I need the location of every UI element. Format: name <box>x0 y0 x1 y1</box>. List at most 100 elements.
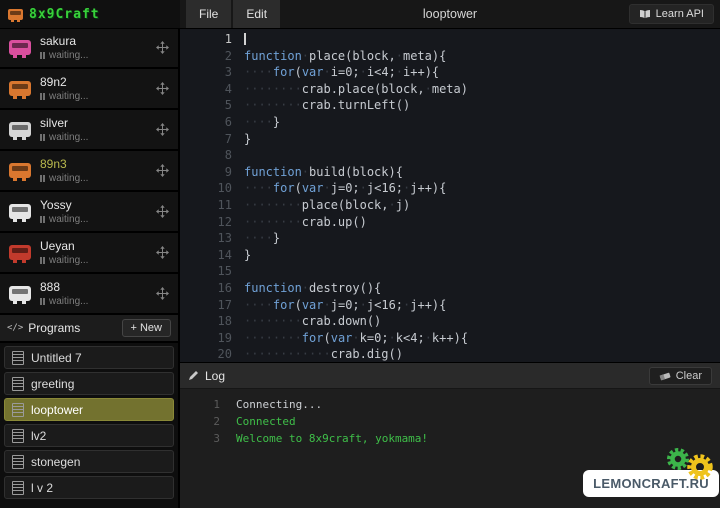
robot-avatar-icon <box>9 245 31 260</box>
move-crosshair-icon[interactable] <box>156 246 169 259</box>
player-row-sakura[interactable]: sakura waiting... <box>0 28 178 69</box>
code-text: ········for(var·k=0;·k<4;·k++){ <box>244 330 468 347</box>
editor-line[interactable]: 17····for(var·j=0;·j<16;·j++){ <box>180 297 720 314</box>
editor-line[interactable]: 12········crab.up() <box>180 214 720 231</box>
program-list: Untitled 7 greeting looptower lv2 stonegen l … <box>0 343 178 502</box>
player-row-888[interactable]: 888waiting... <box>0 274 178 315</box>
player-row-89n2[interactable]: 89n2waiting... <box>0 69 178 110</box>
player-status: waiting... <box>40 296 147 307</box>
robot-avatar-icon <box>9 286 31 301</box>
move-crosshair-icon[interactable] <box>156 287 169 300</box>
document-icon <box>12 377 24 391</box>
program-item-l-v-2[interactable]: l v 2 <box>4 476 174 499</box>
move-crosshair-icon[interactable] <box>156 164 169 177</box>
move-crosshair-icon[interactable] <box>156 82 169 95</box>
code-text: ········crab.place(block,·meta) <box>244 81 468 98</box>
code-text: } <box>244 131 251 148</box>
pause-icon <box>40 257 45 264</box>
line-number: 12 <box>180 214 244 231</box>
player-status: waiting... <box>40 50 147 61</box>
player-status: waiting... <box>40 132 147 143</box>
line-number: 11 <box>180 197 244 214</box>
editor-line[interactable]: 20············crab.dig() <box>180 346 720 362</box>
line-number: 10 <box>180 180 244 197</box>
move-crosshair-icon[interactable] <box>156 41 169 54</box>
programs-title: </> Programs <box>7 321 80 335</box>
editor-line[interactable]: 7} <box>180 131 720 148</box>
text-cursor <box>244 33 246 45</box>
menu-edit[interactable]: Edit <box>233 0 280 28</box>
menu-file[interactable]: File <box>186 0 231 28</box>
program-name: l v 2 <box>31 481 53 495</box>
editor-line[interactable]: 8 <box>180 147 720 164</box>
code-text: function·build(block){ <box>244 164 403 181</box>
player-status: waiting... <box>40 91 147 102</box>
editor-line[interactable]: 10····for(var·j=0;·j<16;·j++){ <box>180 180 720 197</box>
code-text: ····for(var·j=0;·j<16;·j++){ <box>244 297 446 314</box>
document-icon <box>12 481 24 495</box>
editor-line[interactable]: 9function·build(block){ <box>180 164 720 181</box>
robot-avatar-icon <box>9 40 31 55</box>
player-info: silverwaiting... <box>40 116 147 143</box>
document-icon <box>12 455 24 469</box>
log-label: Log <box>205 369 225 383</box>
program-name: lv2 <box>31 429 46 443</box>
log-message: Welcome to 8x9craft, yokmama! <box>236 430 428 447</box>
player-info: 89n3 waiting... <box>40 157 147 184</box>
programs-label: Programs <box>28 321 80 335</box>
code-text: ····} <box>244 114 280 131</box>
program-item-greeting[interactable]: greeting <box>4 372 174 395</box>
program-item-lv2[interactable]: lv2 <box>4 424 174 447</box>
program-item-stonegen[interactable]: stonegen <box>4 450 174 473</box>
line-number: 1 <box>180 31 244 48</box>
editor-line[interactable]: 15 <box>180 263 720 280</box>
player-status: waiting... <box>40 255 147 266</box>
logo-robot-icon <box>8 9 23 20</box>
learn-api-button[interactable]: Learn API <box>629 4 714 24</box>
code-text: ········crab.up() <box>244 214 367 231</box>
player-name: sakura <box>40 34 147 48</box>
code-text: function·place(block,·meta){ <box>244 48 446 65</box>
eraser-icon <box>659 371 671 381</box>
code-text: ····} <box>244 230 280 247</box>
player-row-ueyan[interactable]: Ueyan waiting... <box>0 233 178 274</box>
editor-line[interactable]: 16function·destroy(){ <box>180 280 720 297</box>
log-entry: 3Welcome to 8x9craft, yokmama! <box>180 430 720 447</box>
learn-api-label: Learn API <box>656 8 704 20</box>
player-row-89n3[interactable]: 89n3 waiting... <box>0 151 178 192</box>
program-item-looptower[interactable]: looptower <box>4 398 174 421</box>
code-text: ····for(var·j=0;·j<16;·j++){ <box>244 180 446 197</box>
line-number: 16 <box>180 280 244 297</box>
editor-line[interactable]: 11········place(block,·j) <box>180 197 720 214</box>
log-line-number: 1 <box>180 396 236 413</box>
editor-line[interactable]: 18········crab.down() <box>180 313 720 330</box>
player-row-silver[interactable]: silverwaiting... <box>0 110 178 151</box>
log-entry: 2Connected <box>180 413 720 430</box>
line-number: 9 <box>180 164 244 181</box>
robot-avatar-icon <box>9 81 31 96</box>
log-title: Log <box>188 369 225 383</box>
editor-line[interactable]: 4········crab.place(block,·meta) <box>180 81 720 98</box>
document-icon <box>12 429 24 443</box>
player-name: Ueyan <box>40 239 147 253</box>
code-text: ············crab.dig() <box>244 346 403 362</box>
code-editor[interactable]: 12function·place(block,·meta){3····for(v… <box>180 28 720 362</box>
editor-line[interactable]: 13····} <box>180 230 720 247</box>
code-brackets-icon: </> <box>7 323 23 333</box>
editor-line[interactable]: 2function·place(block,·meta){ <box>180 48 720 65</box>
move-crosshair-icon[interactable] <box>156 123 169 136</box>
editor-line[interactable]: 19········for(var·k=0;·k<4;·k++){ <box>180 330 720 347</box>
editor-line[interactable]: 3····for(var·i=0;·i<4;·i++){ <box>180 64 720 81</box>
clear-log-button[interactable]: Clear <box>649 367 712 385</box>
player-row-yossy[interactable]: Yossywaiting... <box>0 192 178 233</box>
new-program-button[interactable]: + New <box>122 319 172 337</box>
status-text: waiting... <box>49 173 88 184</box>
editor-line[interactable]: 5········crab.turnLeft() <box>180 97 720 114</box>
program-item-untitled-7[interactable]: Untitled 7 <box>4 346 174 369</box>
move-crosshair-icon[interactable] <box>156 205 169 218</box>
pause-icon <box>40 134 45 141</box>
editor-line[interactable]: 1 <box>180 31 720 48</box>
editor-line[interactable]: 6····} <box>180 114 720 131</box>
player-name: 89n3 <box>40 157 147 171</box>
editor-line[interactable]: 14} <box>180 247 720 264</box>
